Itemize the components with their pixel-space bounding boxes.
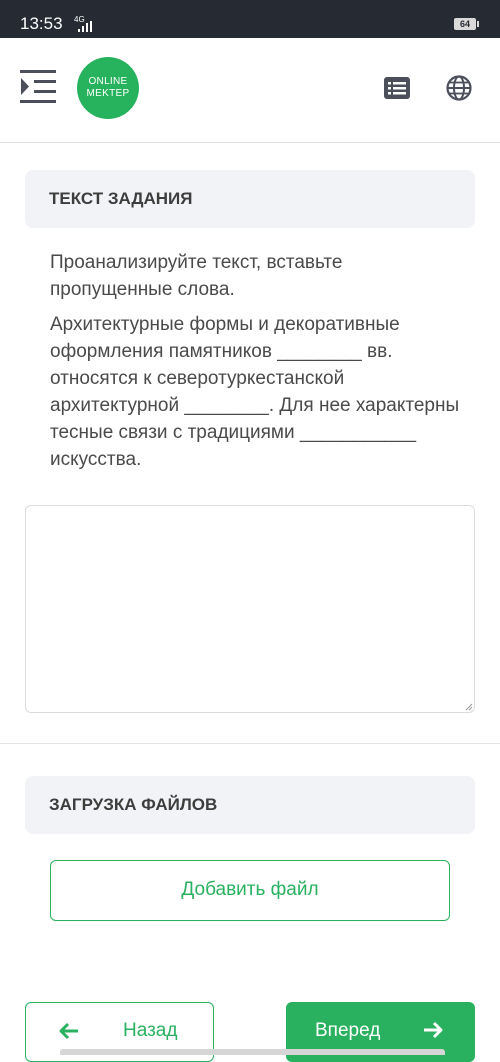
signal-icon — [78, 21, 92, 32]
logo-line-2: MEKTEP — [86, 88, 130, 99]
list-icon[interactable] — [384, 77, 410, 99]
add-file-button[interactable]: Добавить файл — [50, 860, 450, 921]
answer-textarea[interactable] — [25, 505, 475, 713]
battery-icon: 64 — [454, 18, 479, 30]
task-text: Проанализируйте текст, вставьте пропущен… — [50, 249, 460, 481]
next-button-label: Вперед — [315, 1020, 381, 1041]
arrow-right-icon — [424, 1021, 443, 1039]
resize-grip-icon[interactable] — [465, 703, 473, 711]
arrow-left-icon — [59, 1022, 78, 1040]
upload-heading: ЗАГРУЗКА ФАЙЛОВ — [25, 776, 475, 834]
app-header: ONLINE MEKTEP — [0, 38, 500, 143]
bottom-overlay — [60, 1049, 445, 1055]
section-divider — [0, 743, 500, 744]
back-button-label: Назад — [123, 1020, 178, 1041]
status-bar: 13:53 4G 64 — [0, 0, 500, 38]
task-instruction: Проанализируйте текст, вставьте пропущен… — [50, 252, 343, 300]
task-body: Архитектурные формы и декоративные оформ… — [50, 314, 460, 470]
logo-line-1: ONLINE — [88, 76, 128, 87]
status-time: 13:53 — [20, 14, 63, 33]
task-heading: ТЕКСТ ЗАДАНИЯ — [25, 170, 475, 228]
online-mektep-logo: ONLINE MEKTEP — [77, 57, 139, 119]
globe-icon[interactable] — [446, 75, 472, 101]
menu-indent-icon[interactable] — [20, 70, 56, 104]
